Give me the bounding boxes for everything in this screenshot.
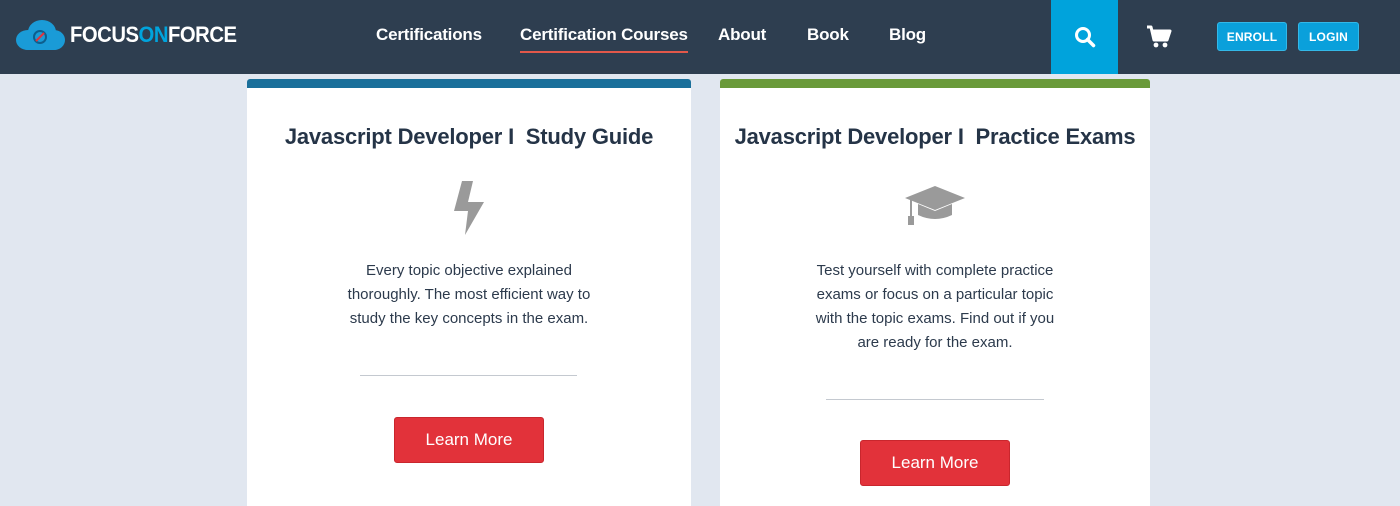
- search-icon: [1074, 27, 1095, 48]
- nav-certification-courses[interactable]: Certification Courses: [520, 25, 688, 53]
- site-header: FOCUSONFORCE Certifications Certificatio…: [0, 0, 1400, 74]
- lightning-bolt-icon: [454, 181, 484, 235]
- card-description: Test yourself with complete practice exa…: [815, 262, 1055, 351]
- card-accent-bar: [247, 79, 691, 88]
- learn-more-button[interactable]: Learn More: [860, 440, 1010, 486]
- learn-more-button[interactable]: Learn More: [394, 417, 544, 463]
- enroll-button[interactable]: ENROLL: [1217, 22, 1287, 51]
- practice-exams-card: Javascript Developer I Practice Exams Te…: [720, 79, 1150, 506]
- search-button[interactable]: [1051, 0, 1118, 74]
- nav-blog[interactable]: Blog: [889, 25, 926, 45]
- card-accent-bar: [720, 79, 1150, 88]
- study-guide-card: Javascript Developer I Study Guide Every…: [247, 79, 691, 506]
- card-divider: [826, 399, 1044, 400]
- card-description: Every topic objective explained thorough…: [347, 262, 591, 327]
- card-divider: [360, 375, 577, 376]
- nav-book[interactable]: Book: [807, 25, 849, 45]
- cart-icon[interactable]: [1146, 25, 1172, 49]
- card-title: Javascript Developer I Study Guide: [284, 124, 654, 149]
- nav-about[interactable]: About: [718, 25, 766, 45]
- card-title: Javascript Developer I Practice Exams: [734, 124, 1136, 149]
- nav-certifications[interactable]: Certifications: [376, 25, 482, 45]
- login-button[interactable]: LOGIN: [1298, 22, 1359, 51]
- graduation-cap-icon: [905, 186, 965, 225]
- main-nav: Certifications Certification Courses Abo…: [0, 0, 1400, 74]
